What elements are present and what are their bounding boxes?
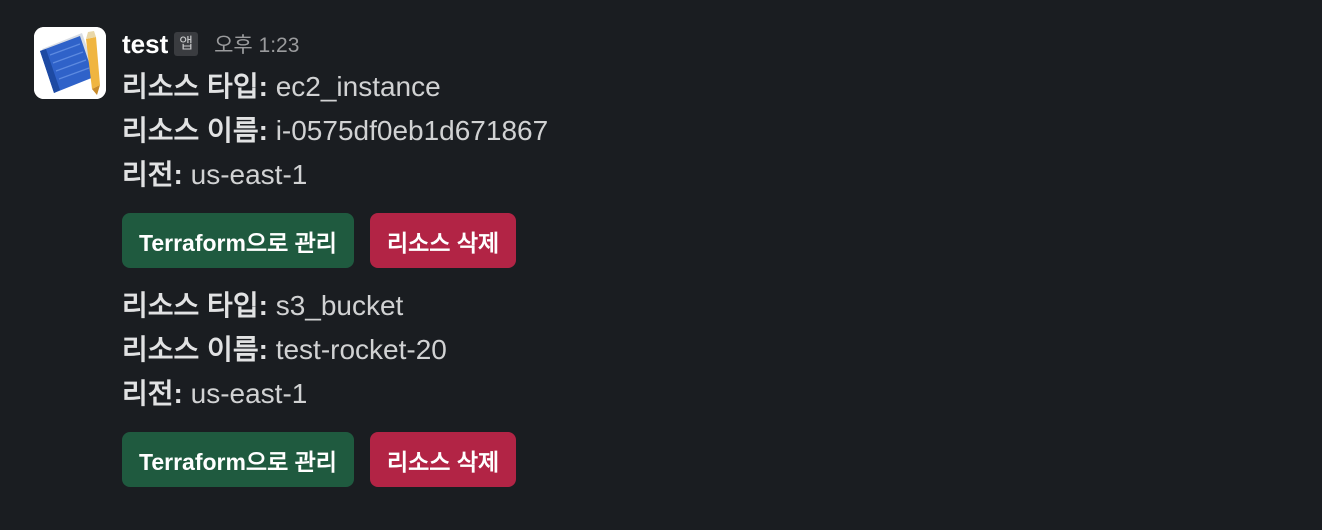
resource-actions: Terraform으로 관리 리소스 삭제 (122, 432, 1292, 487)
resource-type-value: s3_bucket (275, 290, 404, 321)
sender-name[interactable]: test (122, 29, 168, 60)
resource-region-label: 리전: (122, 378, 183, 409)
resource-type-label: 리소스 타입: (122, 71, 268, 102)
message-timestamp[interactable]: 오후 1:23 (214, 29, 299, 59)
resource-region-line: 리전: us-east-1 (122, 372, 1292, 416)
message-header: test 앱 오후 1:23 (122, 27, 1292, 61)
delete-resource-button[interactable]: 리소스 삭제 (369, 432, 517, 487)
resource-block: 리소스 타입: s3_bucket 리소스 이름: test-rocket-20… (122, 284, 1292, 487)
resource-region-line: 리전: us-east-1 (122, 153, 1292, 197)
app-badge: 앱 (174, 32, 199, 56)
resource-block: 리소스 타입: ec2_instance 리소스 이름: i-0575df0eb… (122, 65, 1292, 268)
message-content: test 앱 오후 1:23 리소스 타입: ec2_instance 리소스 … (122, 27, 1292, 503)
resource-type-line: 리소스 타입: s3_bucket (122, 284, 1292, 328)
delete-resource-button[interactable]: 리소스 삭제 (369, 213, 517, 268)
resource-name-line: 리소스 이름: test-rocket-20 (122, 328, 1292, 372)
resource-type-line: 리소스 타입: ec2_instance (122, 65, 1292, 109)
manage-with-terraform-button[interactable]: Terraform으로 관리 (122, 213, 354, 268)
resource-region-value: us-east-1 (190, 378, 308, 409)
resource-name-line: 리소스 이름: i-0575df0eb1d671867 (122, 109, 1292, 153)
manage-with-terraform-button[interactable]: Terraform으로 관리 (122, 432, 354, 487)
resource-actions: Terraform으로 관리 리소스 삭제 (122, 213, 1292, 268)
resource-name-value: test-rocket-20 (275, 334, 447, 365)
resource-type-label: 리소스 타입: (122, 290, 268, 321)
resource-name-label: 리소스 이름: (122, 115, 268, 146)
notebook-pencil-icon (34, 27, 106, 99)
avatar[interactable] (34, 27, 106, 99)
resource-region-value: us-east-1 (190, 159, 308, 190)
resource-region-label: 리전: (122, 159, 183, 190)
resource-name-label: 리소스 이름: (122, 334, 268, 365)
resource-type-value: ec2_instance (275, 71, 441, 102)
resource-name-value: i-0575df0eb1d671867 (275, 115, 549, 146)
